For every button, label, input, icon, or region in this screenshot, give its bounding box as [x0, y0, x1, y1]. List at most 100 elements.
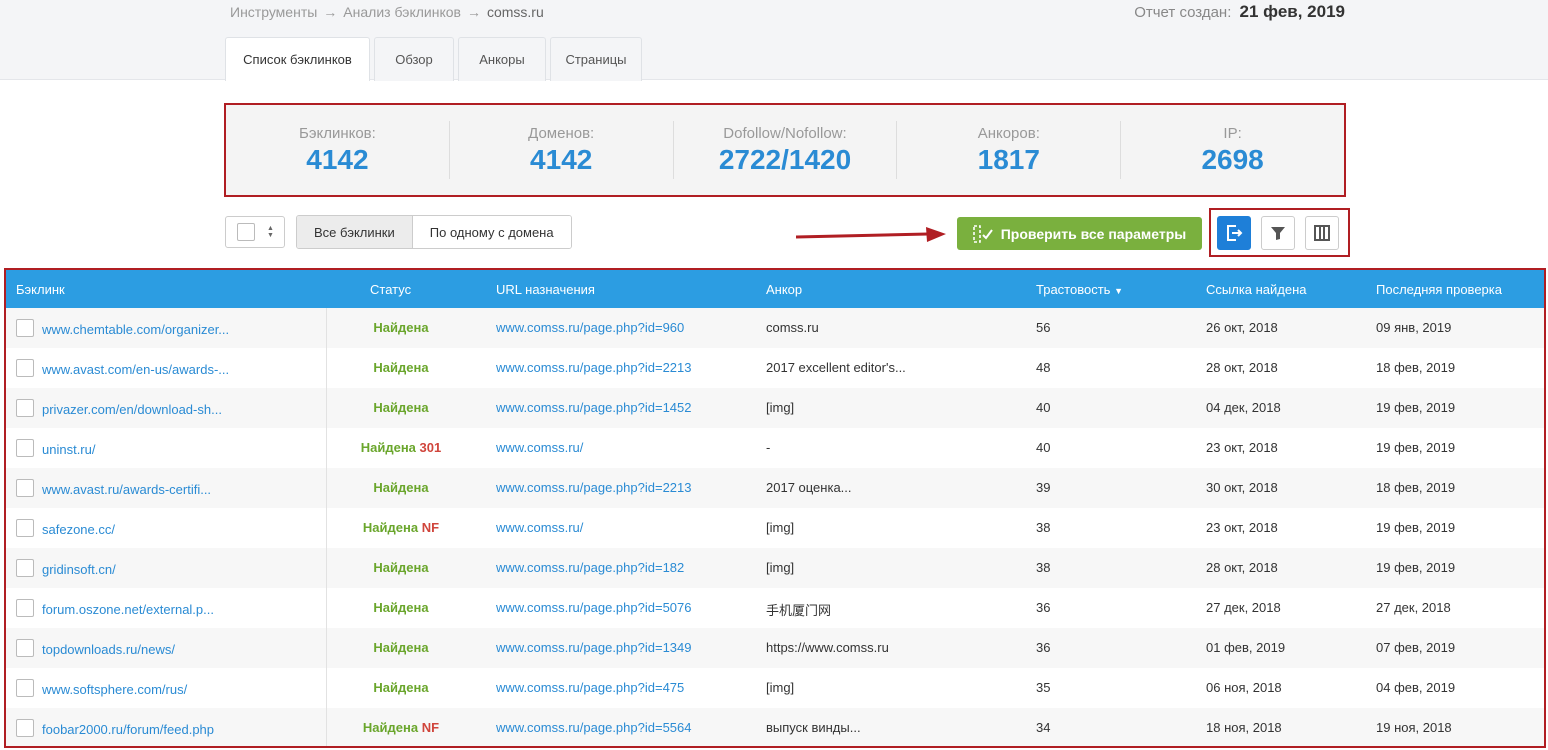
found-date: 18 ноя, 2018	[1206, 720, 1282, 735]
report-created: Отчет создан: 21 фев, 2019	[1134, 2, 1345, 22]
backlink-url[interactable]: www.softsphere.com/rus/	[42, 682, 187, 697]
last-check-date: 19 фев, 2019	[1376, 520, 1456, 535]
target-url[interactable]: www.comss.ru/page.php?id=960	[496, 320, 684, 335]
anchor-text: 2017 excellent editor's...	[766, 360, 906, 375]
column-trust-label: Трастовость	[1036, 282, 1111, 297]
target-url[interactable]: www.comss.ru/	[496, 440, 583, 455]
tab-anchors[interactable]: Анкоры	[458, 37, 546, 81]
row-checkbox[interactable]	[16, 639, 34, 657]
stat-value: 4142	[306, 143, 369, 175]
row-checkbox[interactable]	[16, 679, 34, 697]
row-checkbox[interactable]	[16, 399, 34, 417]
target-url[interactable]: www.comss.ru/page.php?id=5564	[496, 720, 691, 735]
stat-value: 1817	[977, 143, 1040, 175]
all-backlinks-button[interactable]: Все бэклинки	[297, 216, 413, 248]
status-found: Найдена	[373, 360, 429, 375]
breadcrumb-tools[interactable]: Инструменты	[230, 4, 317, 20]
top-bar: Инструменты → Анализ бэклинков → comss.r…	[0, 0, 1548, 81]
row-checkbox[interactable]	[16, 719, 34, 737]
stat-ip: IP: 2698	[1121, 121, 1344, 179]
table-row: gridinsoft.cn/Найдена www.comss.ru/page.p…	[6, 548, 1544, 588]
column-backlink[interactable]: Бэклинк	[16, 282, 65, 297]
target-url[interactable]: www.comss.ru/page.php?id=475	[496, 680, 684, 695]
column-trust[interactable]: Трастовость ▼	[1036, 282, 1123, 297]
column-status[interactable]: Статус	[370, 282, 411, 297]
stat-label: Анкоров:	[977, 124, 1040, 142]
backlink-url[interactable]: topdownloads.ru/news/	[42, 642, 175, 657]
target-url[interactable]: www.comss.ru/page.php?id=1452	[496, 400, 691, 415]
breadcrumb-backlink-analysis[interactable]: Анализ бэклинков	[343, 4, 461, 20]
anchor-text: -	[766, 440, 771, 455]
last-check-date: 19 фев, 2019	[1376, 440, 1456, 455]
row-checkbox[interactable]	[16, 559, 34, 577]
columns-button[interactable]	[1305, 215, 1339, 250]
found-date: 01 фев, 2019	[1206, 640, 1286, 655]
target-url[interactable]: www.comss.ru/page.php?id=182	[496, 560, 684, 575]
table-row: foobar2000.ru/forum/feed.php Найдена NF ww…	[6, 708, 1544, 746]
backlink-url[interactable]: gridinsoft.cn/	[42, 562, 116, 577]
status-cell: Найдена	[326, 680, 476, 695]
row-checkbox[interactable]	[16, 359, 34, 377]
last-check-date: 18 фев, 2019	[1376, 480, 1456, 495]
check-all-parameters-button[interactable]: Проверить все параметры	[957, 217, 1202, 250]
status-found: Найдена	[373, 480, 429, 495]
row-checkbox[interactable]	[16, 319, 34, 337]
found-date: 28 окт, 2018	[1206, 360, 1278, 375]
table-header: Бэклинк Статус URL назначения Анкор Трас…	[6, 270, 1544, 308]
status-cell: Найдена	[326, 360, 476, 375]
anchor-text: 2017 оценка...	[766, 480, 852, 495]
bulk-select-dropdown[interactable]: ▲ ▼	[225, 216, 285, 248]
target-url[interactable]: www.comss.ru/page.php?id=2213	[496, 480, 691, 495]
status-cell: Найдена	[326, 400, 476, 415]
status-cell: Найдена 301	[326, 440, 476, 455]
status-found: Найдена	[362, 520, 419, 535]
anchor-text: выпуск винды...	[766, 720, 861, 735]
trust-value: 35	[1036, 680, 1051, 695]
target-url[interactable]: www.comss.ru/page.php?id=1349	[496, 640, 691, 655]
anchor-text: comss.ru	[766, 320, 819, 335]
column-link-found[interactable]: Ссылка найдена	[1206, 282, 1307, 297]
backlink-url[interactable]: safezone.cc/	[42, 522, 115, 537]
tab-overview[interactable]: Обзор	[374, 37, 454, 81]
column-target-url[interactable]: URL назначения	[496, 282, 595, 297]
backlink-url[interactable]: privazer.com/en/download-sh...	[42, 402, 222, 417]
sort-desc-icon: ▼	[1114, 286, 1123, 296]
last-check-date: 04 фев, 2019	[1376, 680, 1456, 695]
status-found: Найдена	[373, 600, 429, 615]
column-last-check[interactable]: Последняя проверка	[1376, 282, 1502, 297]
tab-backlink-list[interactable]: Список бэклинков	[225, 37, 370, 81]
check-list-icon	[972, 224, 993, 243]
filter-button[interactable]	[1261, 215, 1295, 250]
table-row: topdownloads.ru/news/Найдена www.comss.ru…	[6, 628, 1544, 668]
found-date: 06 ноя, 2018	[1206, 680, 1282, 695]
row-checkbox[interactable]	[16, 599, 34, 617]
table-row: www.avast.ru/awards-certifi... Найдена www…	[6, 468, 1544, 508]
tab-pages[interactable]: Страницы	[550, 37, 642, 81]
trust-value: 38	[1036, 520, 1051, 535]
backlink-url[interactable]: uninst.ru/	[42, 442, 95, 457]
stat-label: Бэклинков:	[298, 124, 376, 142]
row-checkbox[interactable]	[16, 479, 34, 497]
stat-dofollow-nofollow: Dofollow/Nofollow: 2722/1420	[674, 121, 898, 179]
status-cell: Найдена	[326, 560, 476, 575]
stat-anchors: Анкоров: 1817	[897, 121, 1122, 179]
table-body: www.chemtable.com/organizer... Найдена www…	[6, 308, 1544, 746]
status-found: Найдена	[373, 320, 429, 335]
last-check-date: 07 фев, 2019	[1376, 640, 1456, 655]
column-anchor[interactable]: Анкор	[766, 282, 802, 297]
row-checkbox[interactable]	[16, 439, 34, 457]
target-url[interactable]: www.comss.ru/	[496, 520, 583, 535]
backlink-url[interactable]: www.avast.com/en-us/awards-...	[42, 362, 229, 377]
backlink-url[interactable]: forum.oszone.net/external.p...	[42, 602, 214, 617]
target-url[interactable]: www.comss.ru/page.php?id=2213	[496, 360, 691, 375]
backlink-url[interactable]: foobar2000.ru/forum/feed.php	[42, 722, 214, 737]
toolbar-icon-group	[1209, 208, 1350, 257]
backlink-url[interactable]: www.chemtable.com/organizer...	[42, 322, 229, 337]
row-checkbox[interactable]	[16, 519, 34, 537]
backlink-url[interactable]: www.avast.ru/awards-certifi...	[42, 482, 211, 497]
select-all-checkbox[interactable]	[237, 223, 255, 241]
target-url[interactable]: www.comss.ru/page.php?id=5076	[496, 600, 691, 615]
stat-label: Доменов:	[528, 124, 595, 142]
export-button[interactable]	[1217, 215, 1251, 250]
one-per-domain-button[interactable]: По одному с домена	[412, 216, 571, 248]
